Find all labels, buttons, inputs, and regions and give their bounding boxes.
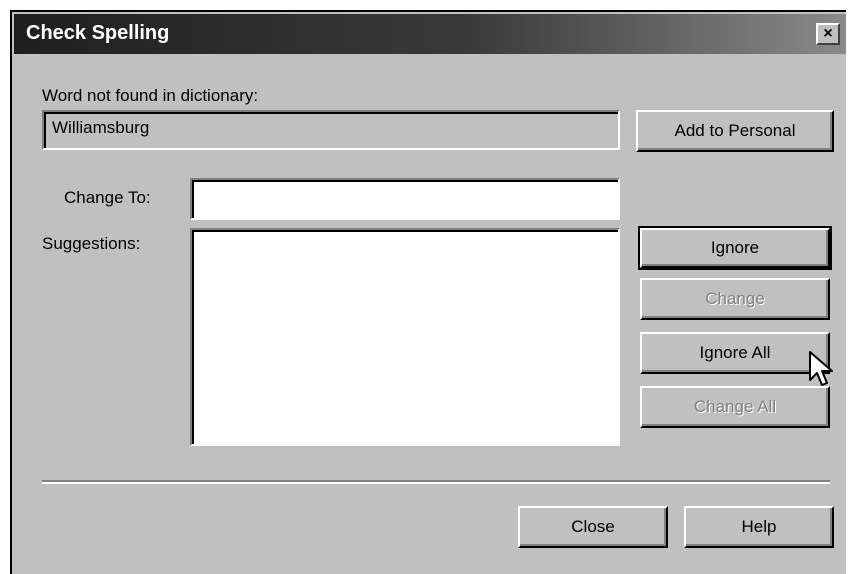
- word-not-found-label: Word not found in dictionary:: [42, 86, 259, 105]
- change-to-input[interactable]: [190, 178, 620, 220]
- change-button[interactable]: Change: [640, 278, 830, 320]
- close-button[interactable]: Close: [518, 506, 668, 548]
- word-not-found-field: Williamsburg: [42, 110, 620, 150]
- window-title: Check Spelling: [26, 22, 170, 44]
- word-not-found-value: Williamsburg: [52, 118, 150, 137]
- ignore-button[interactable]: Ignore: [638, 226, 832, 270]
- title-bar[interactable]: Check Spelling ×: [14, 14, 846, 54]
- close-icon: ×: [823, 25, 833, 42]
- help-button[interactable]: Help: [684, 506, 834, 548]
- close-window-button[interactable]: ×: [816, 23, 840, 45]
- suggestions-list[interactable]: [190, 228, 620, 446]
- arrow-cursor-icon: [809, 351, 833, 386]
- change-to-label: Change To:: [64, 188, 151, 207]
- ignore-all-button[interactable]: Ignore All: [640, 332, 830, 374]
- separator-line: [42, 480, 830, 484]
- add-to-personal-button[interactable]: Add to Personal: [636, 110, 834, 152]
- suggestions-label: Suggestions:: [42, 234, 141, 253]
- change-all-button[interactable]: Change All: [640, 386, 830, 428]
- check-spelling-dialog: Check Spelling × Word not found in dicti…: [10, 10, 846, 574]
